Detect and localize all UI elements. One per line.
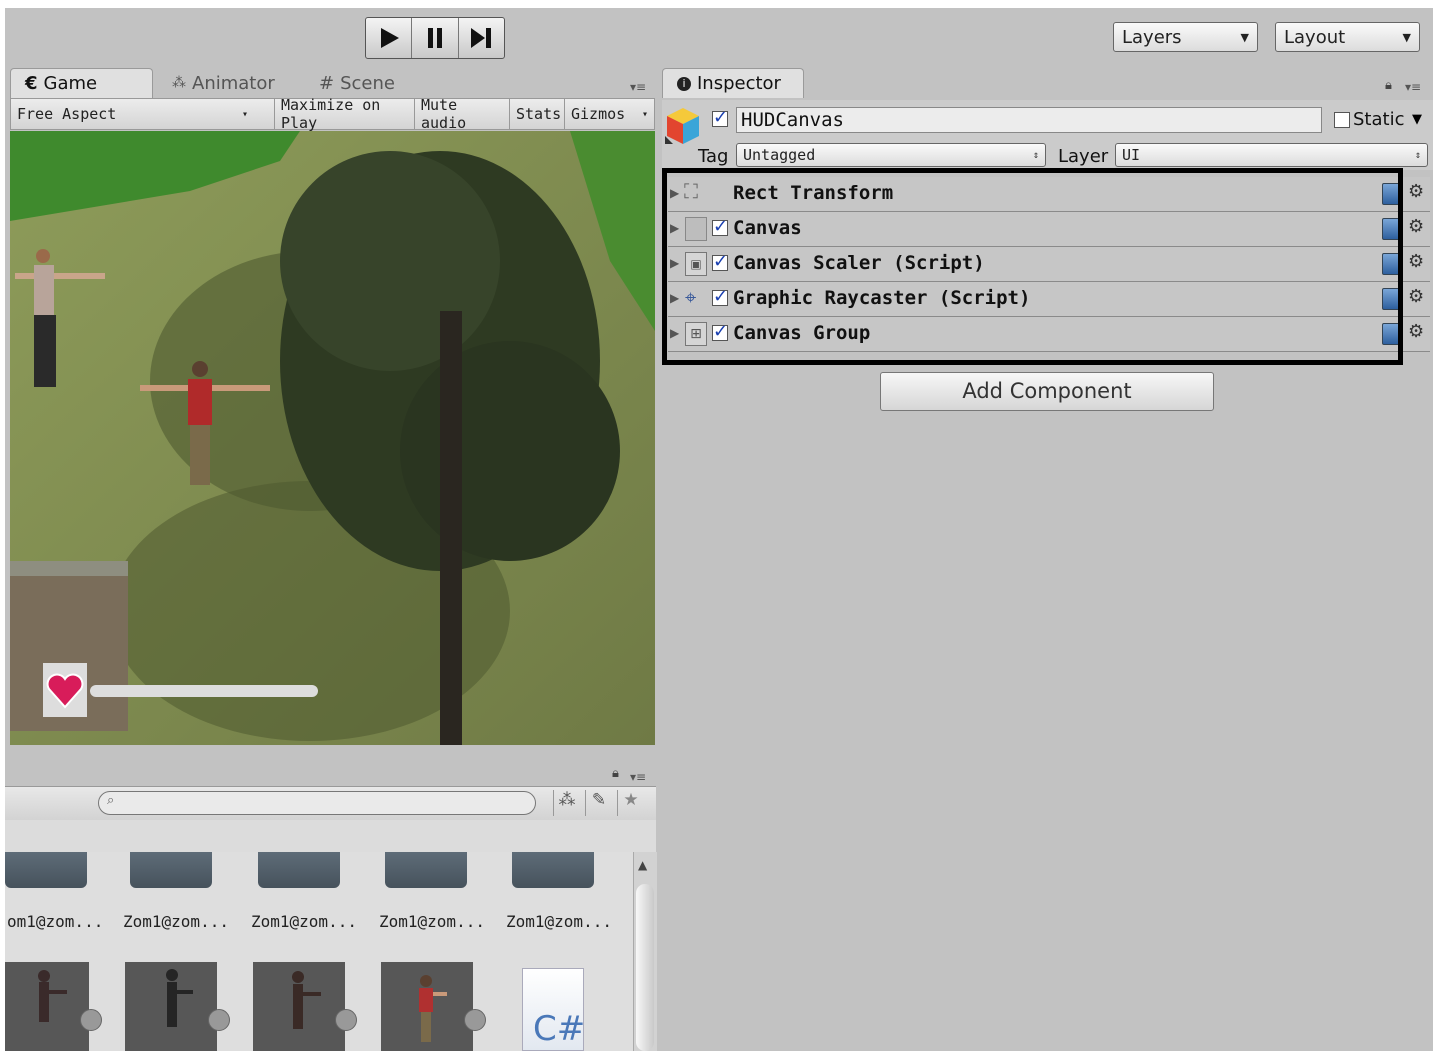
game-scene-image xyxy=(10,131,655,745)
asset-folder-top[interactable] xyxy=(130,852,212,888)
add-component-button[interactable]: Add Component xyxy=(880,372,1214,411)
play-preview-icon[interactable] xyxy=(208,1009,230,1031)
game-viewport[interactable] xyxy=(10,131,655,745)
favorites-star-icon[interactable]: ★ xyxy=(617,790,644,816)
dropdown-arrow-icon: ▾ xyxy=(641,108,648,120)
dropdown-arrow-icon: ▼ xyxy=(1240,30,1249,44)
tab-label: Animator xyxy=(192,72,275,94)
gear-icon[interactable]: ⚙ xyxy=(1408,286,1424,307)
scene-icon: # xyxy=(319,72,335,94)
stats-toggle[interactable]: Stats xyxy=(509,99,564,129)
aspect-dropdown[interactable]: Free Aspect ▾ xyxy=(11,99,254,129)
tag-label: Tag xyxy=(698,146,729,167)
play-preview-icon[interactable] xyxy=(464,1009,486,1031)
play-preview-icon[interactable] xyxy=(80,1009,102,1031)
layer-value: UI xyxy=(1122,146,1141,164)
aspect-label: Free Aspect xyxy=(17,105,117,123)
play-icon xyxy=(380,28,399,48)
tab-inspector[interactable]: i Inspector xyxy=(662,68,804,98)
animation-clip-thumbnail[interactable] xyxy=(381,962,473,1051)
csharp-script-icon[interactable]: C# xyxy=(522,968,586,1051)
scrollbar-thumb[interactable] xyxy=(636,884,654,1051)
tab-label: Game xyxy=(43,73,98,94)
info-icon: i xyxy=(677,76,691,91)
animation-clip-thumbnail[interactable] xyxy=(253,962,345,1051)
layer-label: Layer xyxy=(1058,146,1109,167)
gear-icon[interactable]: ⚙ xyxy=(1408,181,1424,202)
tag-value: Untagged xyxy=(743,146,816,164)
step-button[interactable] xyxy=(459,18,504,58)
play-preview-icon[interactable] xyxy=(335,1009,357,1031)
panel-menu-icon[interactable]: ▾≡ xyxy=(1405,80,1421,94)
static-dropdown-icon[interactable]: ▼ xyxy=(1412,112,1422,127)
search-icon: ⌕ xyxy=(107,793,115,808)
asset-folder-top[interactable] xyxy=(385,852,467,888)
maximize-label: Maximize on Play xyxy=(281,96,381,132)
csharp-label: C# xyxy=(533,1009,586,1049)
asset-label[interactable]: Zom1@zom... xyxy=(251,912,357,931)
tab-animator[interactable]: ⁂ Animator xyxy=(158,68,298,98)
animation-clip-thumbnail[interactable] xyxy=(125,962,217,1051)
mute-label: Mute audio xyxy=(421,96,467,132)
component-highlight-box xyxy=(662,168,1403,365)
animator-icon: ⁂ xyxy=(172,75,186,91)
step-icon xyxy=(471,28,492,48)
pause-button[interactable] xyxy=(412,18,459,58)
panel-menu-icon[interactable]: ▾≡ xyxy=(630,80,646,94)
filter-type-icon[interactable]: ⁂ xyxy=(553,790,580,816)
static-label: Static xyxy=(1353,109,1405,130)
asset-label[interactable]: Zom1@zom... xyxy=(506,912,612,931)
updown-arrow-icon: ⇕ xyxy=(1414,149,1421,161)
tag-dropdown[interactable]: Untagged ⇕ xyxy=(736,143,1046,167)
asset-label[interactable]: om1@zom... xyxy=(7,912,103,931)
object-active-checkbox[interactable] xyxy=(712,107,728,128)
game-icon: € xyxy=(25,73,38,94)
gear-icon[interactable]: ⚙ xyxy=(1408,321,1424,342)
gizmos-label: Gizmos xyxy=(571,105,626,123)
gizmos-dropdown[interactable]: Gizmos ▾ xyxy=(564,99,654,129)
gear-icon[interactable]: ⚙ xyxy=(1408,251,1424,272)
breadcrumb-bar xyxy=(5,820,656,852)
layers-label: Layers xyxy=(1122,26,1182,48)
dropdown-arrow-icon: ▾ xyxy=(241,108,248,120)
heart-icon xyxy=(43,663,87,717)
asset-folder-top[interactable] xyxy=(512,852,594,888)
asset-label[interactable]: Zom1@zom... xyxy=(379,912,485,931)
layout-label: Layout xyxy=(1284,26,1346,48)
asset-folder-top[interactable] xyxy=(258,852,340,888)
lock-icon[interactable]: 🔒︎ xyxy=(612,766,619,781)
layers-dropdown[interactable]: Layers ▼ xyxy=(1113,22,1258,52)
layout-dropdown[interactable]: Layout ▼ xyxy=(1275,22,1420,52)
lock-icon[interactable]: 🔒︎ xyxy=(1385,78,1392,93)
stats-label: Stats xyxy=(516,105,562,123)
maximize-on-play-toggle[interactable]: Maximize on Play xyxy=(274,96,414,132)
play-button[interactable] xyxy=(366,18,413,58)
scroll-up-icon[interactable]: ▲ xyxy=(638,858,647,872)
asset-label[interactable]: Zom1@zom... xyxy=(123,912,229,931)
dropdown-arrow-icon: ▼ xyxy=(1402,30,1411,44)
pause-icon xyxy=(427,28,442,48)
gear-icon[interactable]: ⚙ xyxy=(1408,216,1424,237)
layer-dropdown[interactable]: UI ⇕ xyxy=(1115,143,1428,167)
search-input[interactable]: ⌕ xyxy=(98,791,536,815)
filter-label-icon[interactable]: ✎ xyxy=(585,790,612,816)
animation-clip-thumbnail[interactable] xyxy=(5,962,89,1051)
asset-folder-top[interactable] xyxy=(5,852,87,888)
gameobject-cube-icon xyxy=(665,106,701,150)
static-checkbox[interactable] xyxy=(1334,112,1350,128)
tab-label: Inspector xyxy=(697,73,781,94)
panel-menu-icon[interactable]: ▾≡ xyxy=(630,770,646,784)
updown-arrow-icon: ⇕ xyxy=(1032,149,1039,161)
game-toolbar: Free Aspect ▾ Maximize on Play Mute audi… xyxy=(10,96,655,132)
object-name-field[interactable]: HUDCanvas xyxy=(736,107,1322,133)
tab-label: Scene xyxy=(340,72,395,94)
tab-game[interactable]: € Game xyxy=(10,68,153,98)
mute-audio-toggle[interactable]: Mute audio xyxy=(414,96,509,132)
tab-scene[interactable]: # Scene xyxy=(305,68,445,98)
playback-controls xyxy=(365,17,505,59)
health-bar xyxy=(90,685,318,697)
